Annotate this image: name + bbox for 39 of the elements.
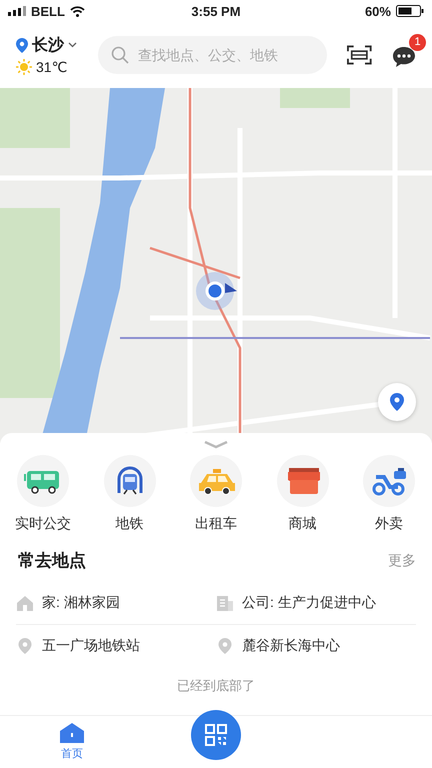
chat-bubble-icon[interactable] <box>392 46 416 68</box>
place-item[interactable]: 公司: 生产力促进中心 <box>216 578 416 625</box>
signal-icon <box>8 6 26 16</box>
collapse-handle-icon <box>204 441 228 449</box>
service-button[interactable]: 实时公交 <box>8 455 78 533</box>
scan-qr-button[interactable] <box>191 710 241 760</box>
user-location-icon <box>195 271 239 311</box>
qr-code-icon <box>204 723 228 747</box>
city-name[interactable]: 长沙 <box>32 34 64 56</box>
tab-item[interactable]: 首页 <box>36 722 108 762</box>
building-icon <box>216 594 234 612</box>
temperature: 31℃ <box>36 58 68 76</box>
place-item[interactable]: 家: 湘林家园 <box>16 578 216 625</box>
search-icon <box>110 46 129 64</box>
scan-icon[interactable] <box>346 44 372 66</box>
carrier-name: BELL <box>31 4 65 18</box>
notification-badge: 1 <box>409 34 426 51</box>
house-icon <box>16 594 34 612</box>
service-button[interactable]: 商城 <box>268 455 338 533</box>
service-button[interactable]: 地铁 <box>94 455 164 533</box>
battery-icon <box>396 5 424 17</box>
service-button[interactable]: 外卖 <box>354 455 424 533</box>
end-of-list-text: 已经到底部了 <box>176 677 256 695</box>
location-pin-icon <box>390 393 404 411</box>
section-title: 常去地点 <box>18 550 86 572</box>
service-button[interactable]: 出租车 <box>181 455 251 533</box>
location-pin-icon <box>16 38 28 52</box>
sun-icon <box>16 59 32 75</box>
scooter-icon <box>370 465 408 497</box>
wifi-icon <box>70 6 85 16</box>
house-icon <box>60 723 84 743</box>
battery-percent: 60% <box>364 4 391 18</box>
place-item[interactable]: 麓谷新长海中心 <box>216 625 416 667</box>
chevron-down-icon <box>68 42 77 48</box>
clock-time: 3:55 PM <box>191 4 241 18</box>
location-pin-icon <box>16 637 34 655</box>
place-item[interactable]: 五一广场地铁站 <box>16 625 216 667</box>
location-pin-icon <box>216 637 234 655</box>
search-field[interactable]: 查找地点、公交、地铁 <box>98 36 327 74</box>
